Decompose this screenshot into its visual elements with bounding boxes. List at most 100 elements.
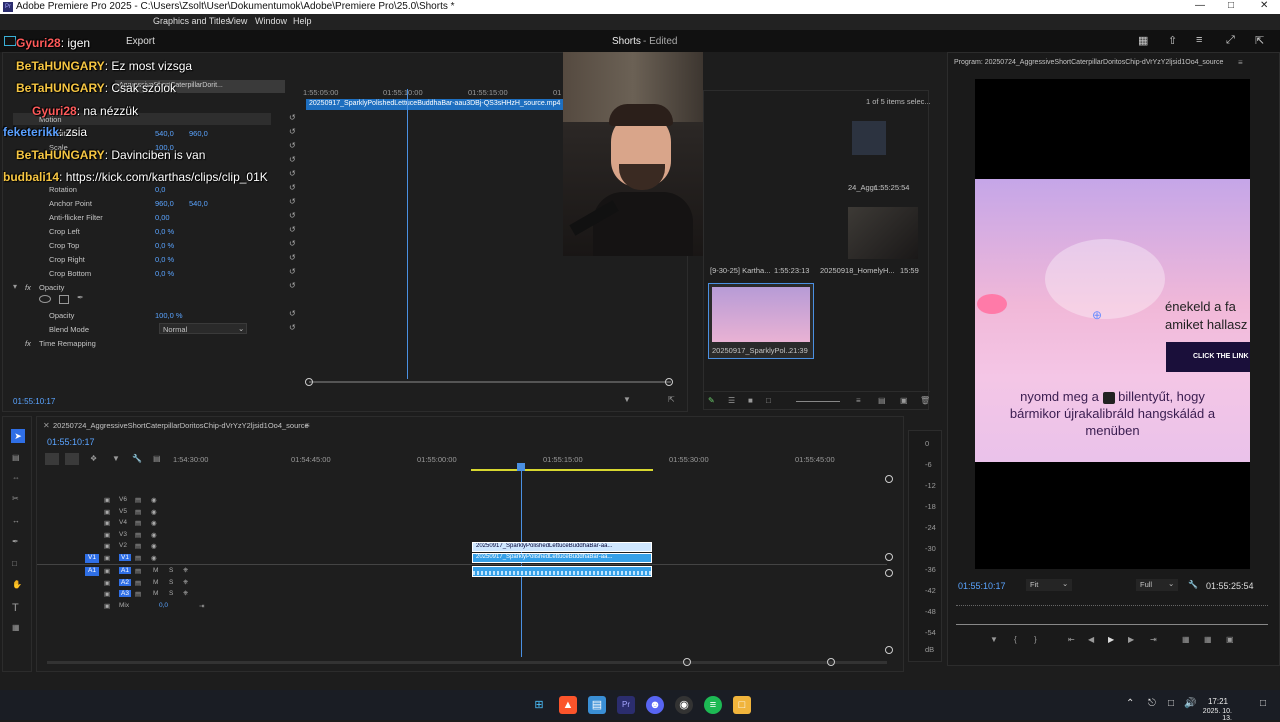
notepad-icon[interactable]: ▤ <box>588 696 606 714</box>
maximize-icon[interactable]: □ <box>1228 0 1234 11</box>
reset-icon[interactable]: ↺ <box>289 211 296 220</box>
reset-icon[interactable]: ↺ <box>289 239 296 248</box>
eye-icon[interactable]: ◉ <box>151 496 157 504</box>
opacity-value[interactable]: 100,0 % <box>155 311 183 320</box>
camera-icon[interactable]: ▣ <box>1226 635 1234 644</box>
reset-icon[interactable]: ↺ <box>289 309 296 318</box>
tray-chevron-icon[interactable]: ⌃ <box>1126 698 1134 709</box>
slip-icon[interactable]: ↔ <box>12 516 20 525</box>
rectangle-tool-icon[interactable]: □ <box>12 559 17 568</box>
linked-selection-icon[interactable]: ❖ <box>90 454 97 463</box>
eye-icon[interactable]: ◉ <box>151 542 157 550</box>
mark-out-icon[interactable]: } <box>1034 635 1037 644</box>
automate-icon[interactable]: ▤ <box>878 396 886 405</box>
playhead-handle[interactable] <box>517 463 525 471</box>
track-name[interactable]: A3 <box>119 590 131 597</box>
lock-icon[interactable]: ▣ <box>104 496 110 504</box>
anchor-x[interactable]: 960,0 <box>155 199 174 208</box>
panel-menu-icon[interactable]: ≡ <box>305 421 310 430</box>
crop-left-value[interactable]: 0,0 % <box>155 227 174 236</box>
timeline-h-scrollbar[interactable] <box>47 661 887 664</box>
settings-wrench-icon[interactable]: 🔧 <box>132 454 142 463</box>
sequence-tab[interactable]: 20250724_AggressiveShortCaterpillarDorit… <box>53 421 309 430</box>
reset-icon[interactable]: ↺ <box>289 197 296 206</box>
pencil-icon[interactable]: ✎ <box>708 396 715 405</box>
discord-icon[interactable]: ☻ <box>646 696 664 714</box>
sync-lock-icon[interactable]: ▤ <box>135 508 141 516</box>
ellipse-mask-icon[interactable] <box>39 295 51 303</box>
video-track-header[interactable]: ▣ V4 ▤ ◉ <box>77 519 207 529</box>
mute-button[interactable]: M <box>153 590 158 597</box>
pen-tool-icon[interactable]: ✒ <box>12 537 19 546</box>
sync-lock-icon[interactable]: ▤ <box>135 542 141 550</box>
ec-scroll-handle-left[interactable] <box>305 378 313 386</box>
video-track-header[interactable]: ▣ V5 ▤ ◉ <box>77 508 207 518</box>
video-track-header[interactable]: V1 ▣ V1 ▤ ◉ <box>77 553 207 564</box>
mix-go-icon[interactable]: ⇥ <box>199 602 204 610</box>
step-forward-icon[interactable]: ▶ <box>1128 635 1134 644</box>
audio-track-header[interactable]: ▣ A3 ▤ M S ⎈ <box>77 590 207 600</box>
video-track-header[interactable]: ▣ V2 ▤ ◉ <box>77 542 207 552</box>
a-scroll-handle[interactable] <box>885 569 893 577</box>
sync-lock-icon[interactable]: ▤ <box>135 519 141 527</box>
microphone-icon[interactable]: ⎈ <box>183 567 188 575</box>
ec-scroll-handle-right[interactable] <box>665 378 673 386</box>
share-icon[interactable]: ⇧ <box>1168 34 1177 47</box>
clip-a1[interactable] <box>472 566 652 577</box>
sync-lock-icon[interactable]: ▤ <box>135 531 141 539</box>
freeform-view-icon[interactable]: □ <box>766 396 771 405</box>
v-scroll-handle[interactable] <box>885 553 893 561</box>
mute-button[interactable]: M <box>153 567 158 574</box>
premiere-taskbar-icon[interactable]: Pr <box>617 696 635 714</box>
start-icon[interactable]: ⊞ <box>530 696 548 714</box>
selection-tool-icon[interactable]: ➤ <box>11 429 25 443</box>
microphone-icon[interactable]: ⎋ <box>1148 698 1156 709</box>
track-name[interactable]: V1 <box>119 553 131 561</box>
minimize-icon[interactable]: — <box>1195 0 1205 11</box>
solo-button[interactable]: S <box>169 567 173 574</box>
export-frame-icon[interactable]: ⇱ <box>668 395 675 404</box>
solo-button[interactable]: S <box>169 579 173 586</box>
microphone-icon[interactable]: ⎈ <box>183 590 188 598</box>
lock-icon[interactable]: ▣ <box>104 567 110 575</box>
sort-icon[interactable]: ≡ <box>856 396 861 405</box>
zoom-slider[interactable] <box>796 401 840 402</box>
expand-icon[interactable]: ⤢ <box>1226 34 1235 47</box>
crop-right-value[interactable]: 0,0 % <box>155 255 174 264</box>
razor-icon[interactable]: ✂ <box>12 494 19 503</box>
track-name[interactable]: V5 <box>119 508 127 515</box>
track-name[interactable]: V2 <box>119 542 127 549</box>
panel-toggle-icon[interactable]: ▦ <box>1138 34 1148 47</box>
ec-playhead[interactable] <box>407 89 408 379</box>
ripple-edit-icon[interactable]: ⇔ <box>12 473 20 482</box>
eye-icon[interactable]: ◉ <box>151 554 157 562</box>
ec-zoom-scrollbar[interactable] <box>309 381 671 383</box>
program-video-frame[interactable]: énekeld a fa amiket hallasz CLICK THE LI… <box>975 79 1250 569</box>
captions-icon[interactable]: ▤ <box>153 454 161 463</box>
workspace-menu-icon[interactable]: ≡ <box>1196 34 1202 46</box>
step-back-icon[interactable]: ◀ <box>1088 635 1094 644</box>
menu-graphics[interactable]: Graphics and Titles <box>153 16 230 26</box>
source-patch-a1[interactable]: A1 <box>85 567 99 576</box>
video-track-header[interactable]: ▣ V3 ▤ ◉ <box>77 531 207 541</box>
h-scroll-handle-left[interactable] <box>683 658 691 666</box>
file-explorer-icon[interactable]: □ <box>733 696 751 714</box>
wrench-icon[interactable]: 🔧 <box>1188 580 1198 589</box>
track-name[interactable]: V4 <box>119 519 127 526</box>
lock-icon[interactable]: ▣ <box>104 602 110 610</box>
lock-icon[interactable]: ▣ <box>104 579 110 587</box>
anti-flicker-value[interactable]: 0,00 <box>155 213 170 222</box>
fit-select[interactable]: Fit ⌄ <box>1026 579 1072 591</box>
type-tool-icon[interactable]: T <box>12 602 19 614</box>
track-name[interactable]: A1 <box>119 567 131 574</box>
list-view-icon[interactable]: ☰ <box>728 396 735 405</box>
chevron-down-icon[interactable]: ▾ <box>13 282 17 291</box>
filter-icon[interactable]: ▼ <box>623 395 631 404</box>
anchor-y[interactable]: 540,0 <box>189 199 208 208</box>
brave-icon[interactable]: ▲ <box>559 696 577 714</box>
close-icon[interactable]: ✕ <box>43 421 50 430</box>
sync-lock-icon[interactable]: ▤ <box>135 554 141 562</box>
play-icon[interactable]: ▶ <box>1108 635 1114 644</box>
track-select-icon[interactable]: ▤ <box>12 453 20 462</box>
source-patch-v1[interactable]: V1 <box>85 553 99 563</box>
